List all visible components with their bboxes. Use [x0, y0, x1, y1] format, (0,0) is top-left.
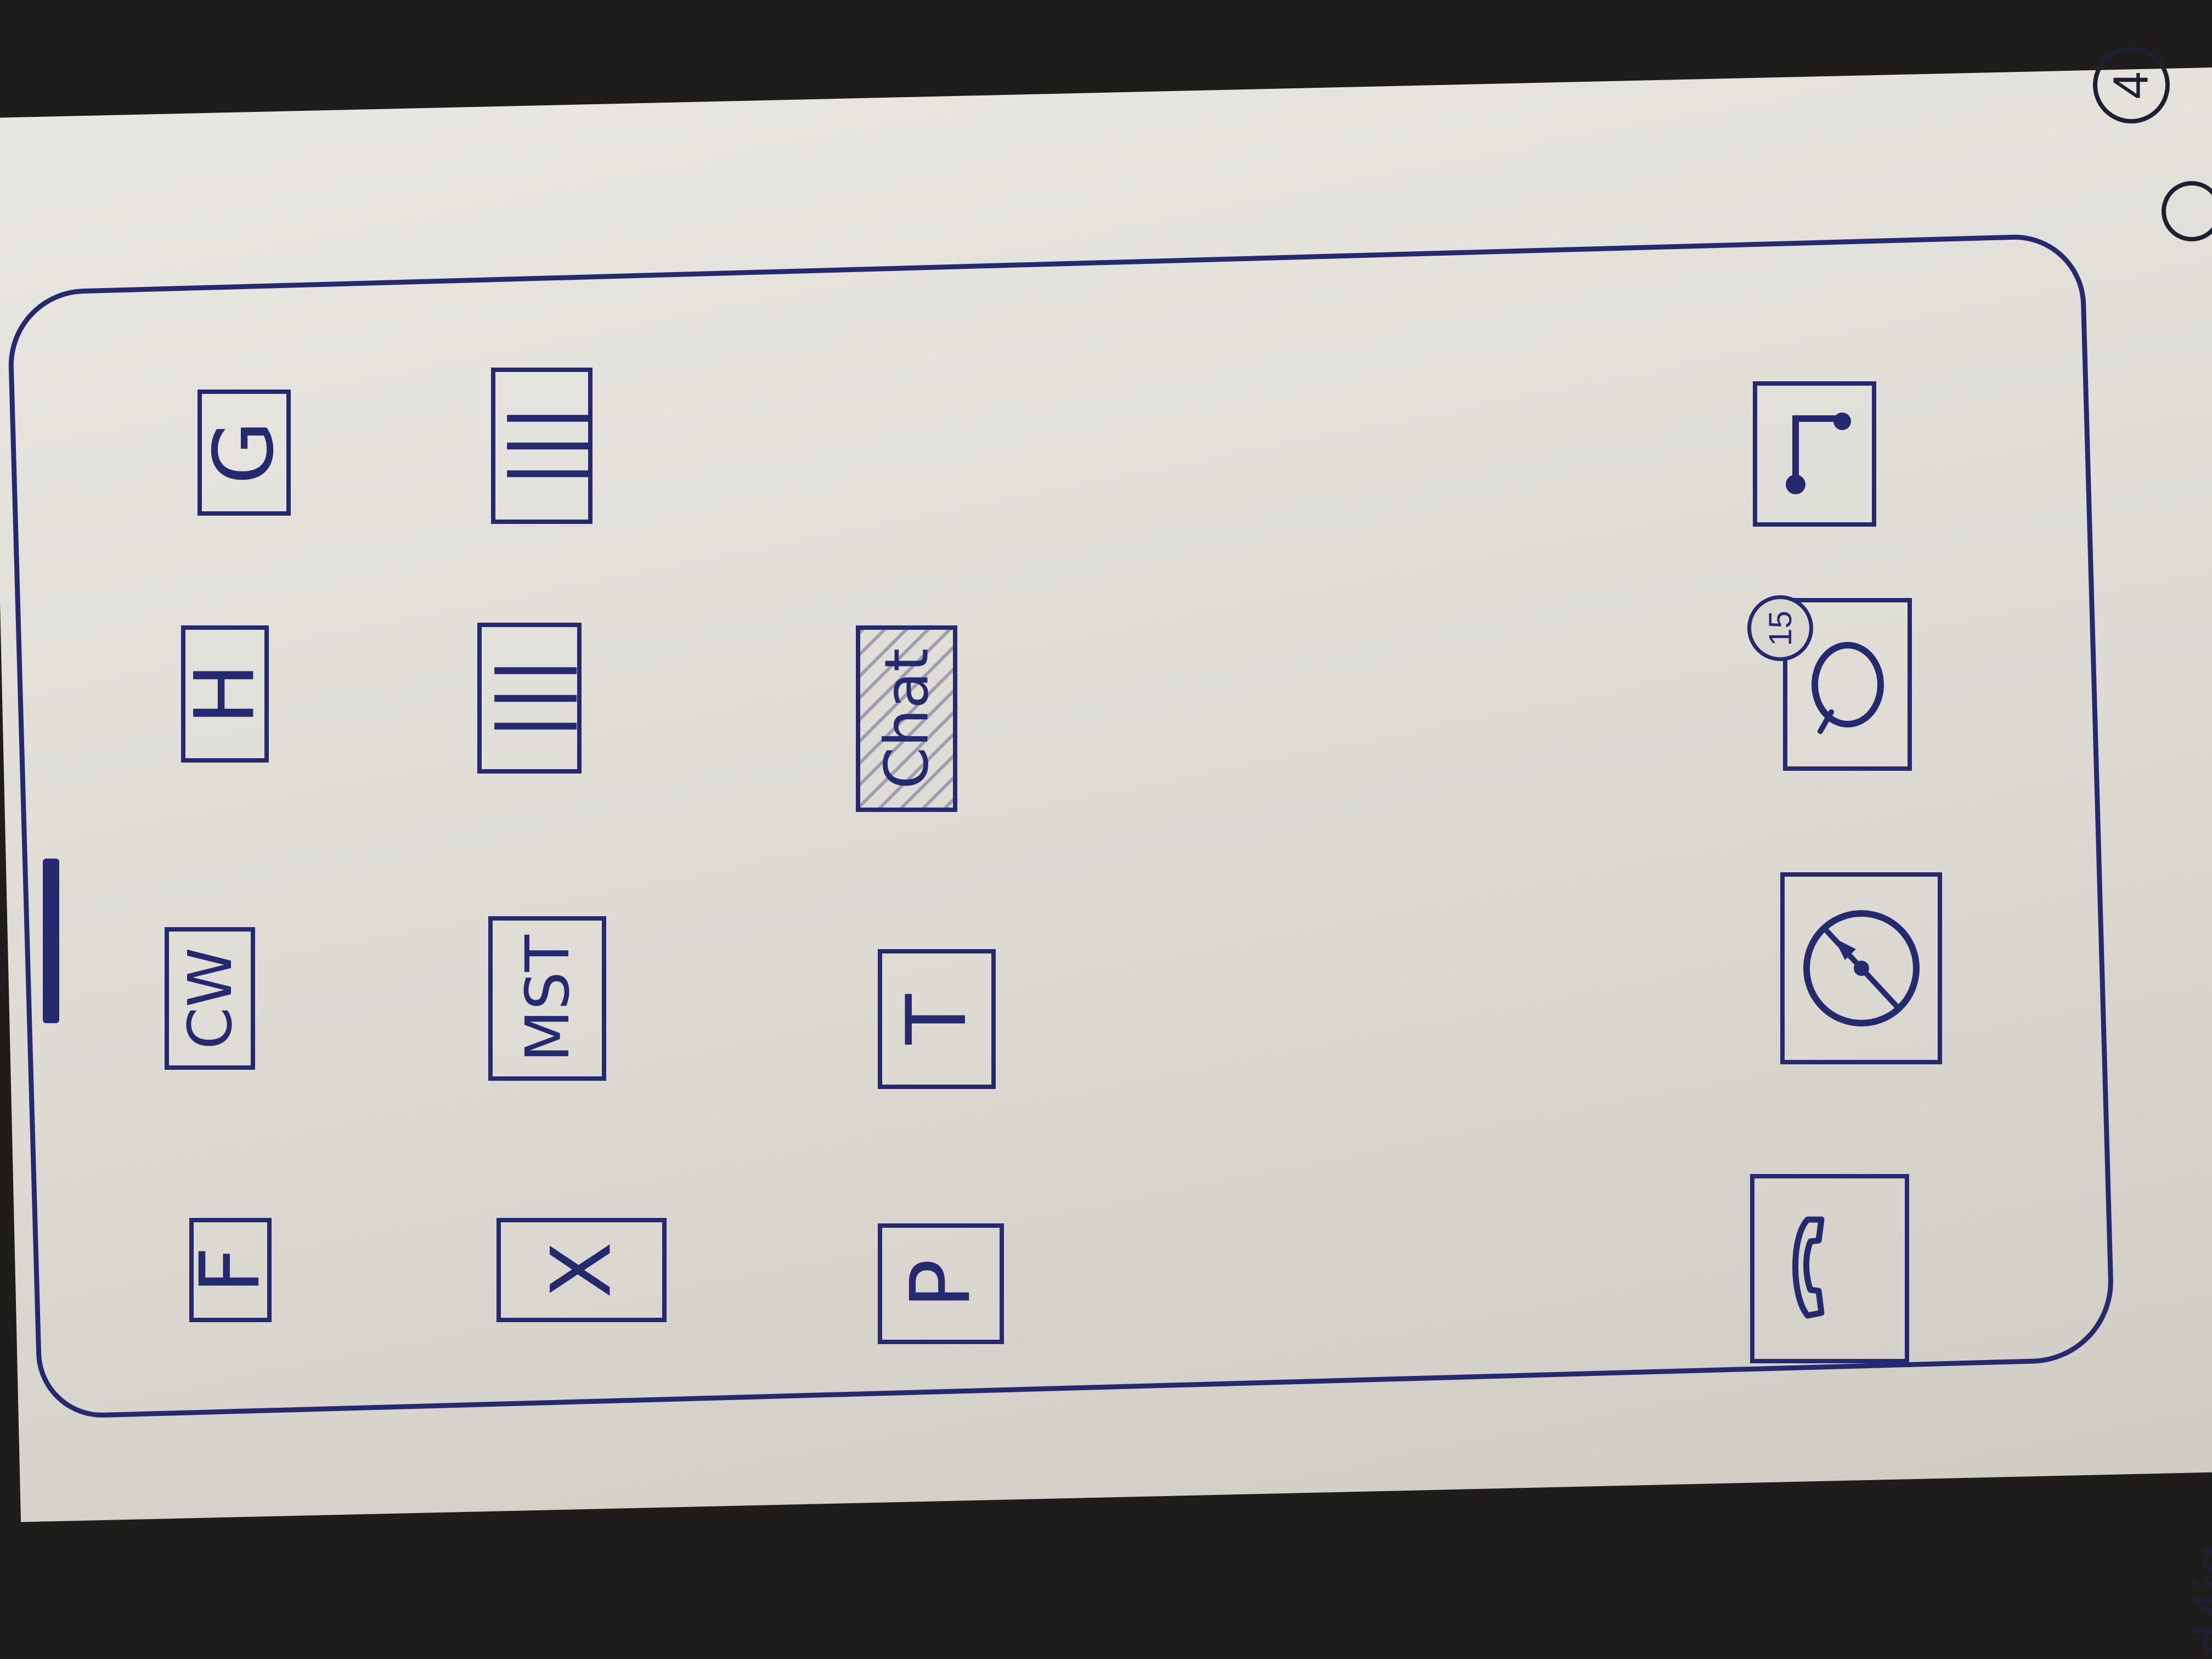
app-lines-1[interactable]: |||: [491, 368, 592, 524]
app-f[interactable]: F: [183, 1218, 278, 1322]
app-cw[interactable]: CW: [165, 927, 255, 1070]
app-g[interactable]: G: [196, 390, 292, 516]
app-t[interactable]: T: [878, 949, 996, 1089]
app-lines-2[interactable]: |||: [477, 623, 582, 774]
app-mst[interactable]: MST: [488, 916, 606, 1081]
page-number: 4: [2093, 47, 2170, 123]
phone-handset-icon: [1792, 1216, 1825, 1318]
compass-icon: [1803, 910, 1920, 1026]
app-chat[interactable]: Chat: [856, 625, 957, 812]
app-compass[interactable]: [1780, 872, 1942, 1064]
app-h[interactable]: H: [177, 625, 273, 763]
home-indicator[interactable]: [43, 859, 59, 1023]
app-music[interactable]: [1753, 381, 1876, 527]
camera-lens-icon: [1811, 641, 1884, 734]
music-note-icon: [1785, 412, 1851, 494]
app-p[interactable]: P: [878, 1223, 1004, 1344]
app-x[interactable]: X: [496, 1218, 667, 1322]
app-phone[interactable]: [1750, 1174, 1909, 1363]
margin-note: d4ig.-: [2181, 1506, 2212, 1658]
camera-badge: 15: [1747, 595, 1813, 661]
